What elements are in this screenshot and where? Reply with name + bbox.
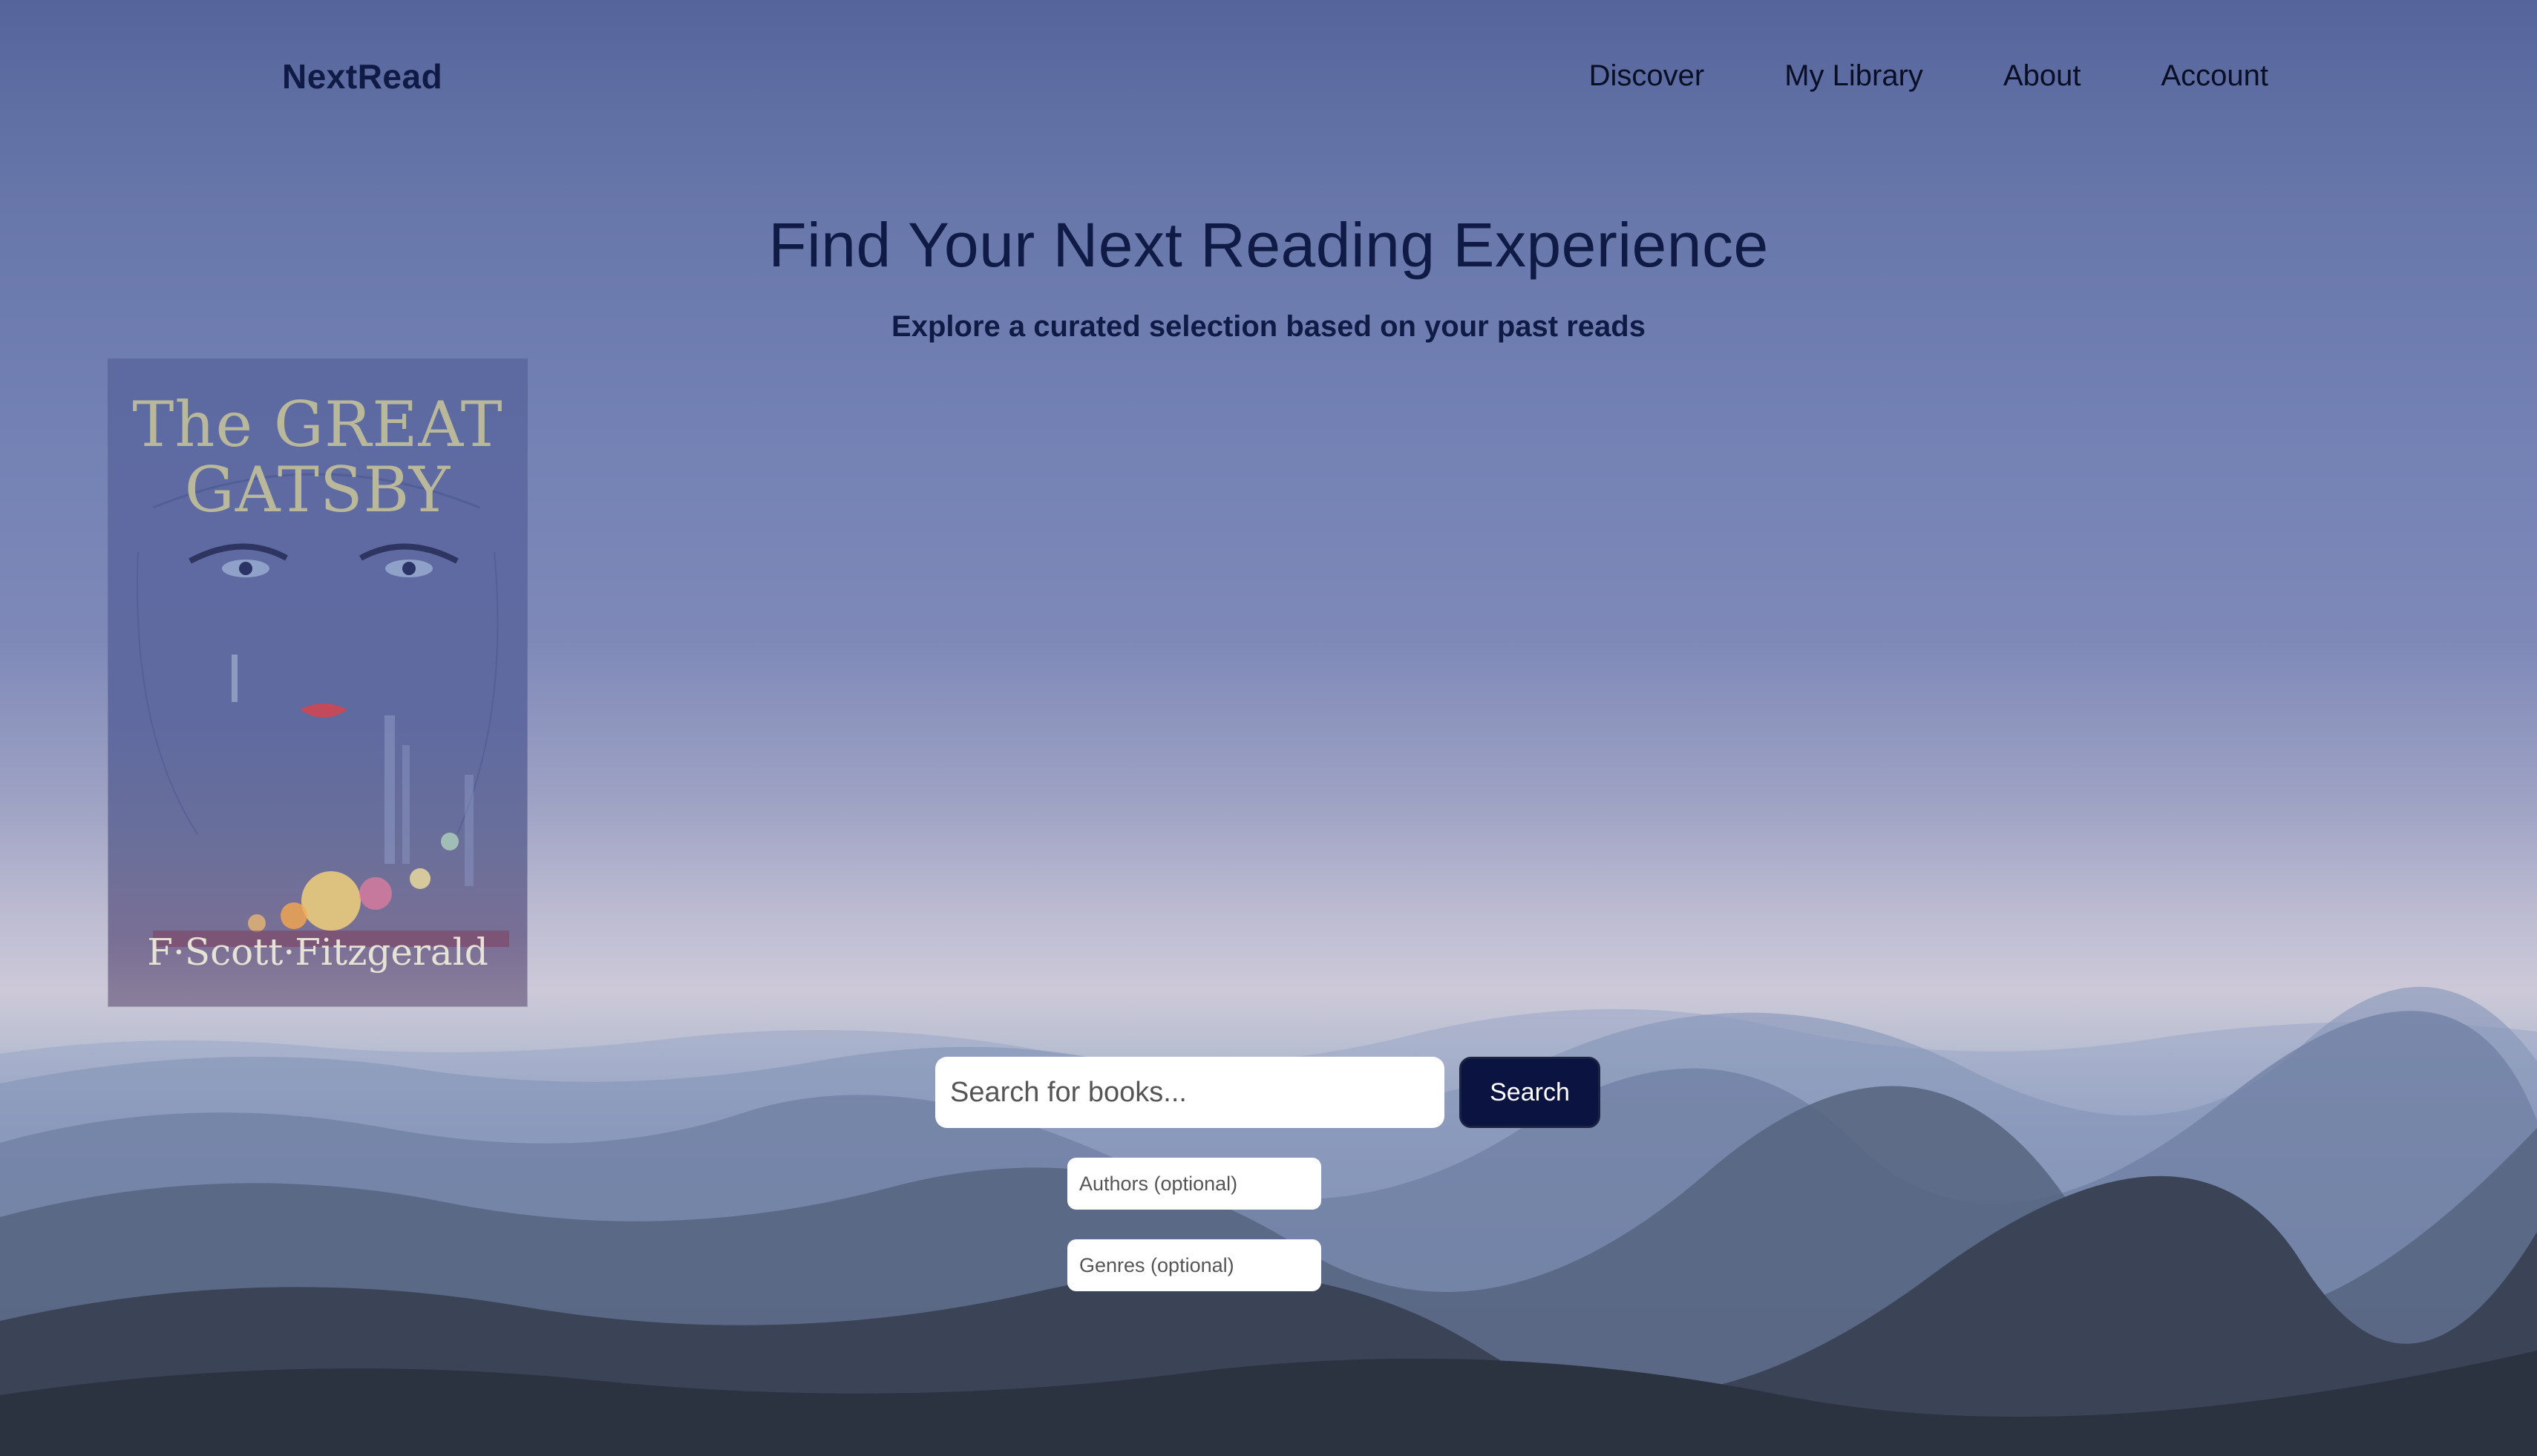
nav-account[interactable]: Account	[2161, 59, 2268, 93]
hero-subtitle: Explore a curated selection based on you…	[891, 310, 1646, 343]
nav-my-library[interactable]: My Library	[1784, 59, 1923, 93]
book-cover[interactable]: The GREAT GATSBY F·Scott·Fitzgerald	[108, 359, 527, 1006]
genres-input[interactable]	[1067, 1239, 1321, 1291]
book-title: The GREAT GATSBY	[108, 392, 527, 522]
authors-input[interactable]	[1067, 1158, 1321, 1210]
search-input[interactable]	[935, 1057, 1444, 1128]
search-button[interactable]: Search	[1459, 1057, 1600, 1128]
main-nav: Discover My Library About Account	[1589, 59, 2268, 93]
book-title-line1: The GREAT	[132, 388, 503, 461]
nav-about[interactable]: About	[2003, 59, 2081, 93]
nav-discover[interactable]: Discover	[1589, 59, 1705, 93]
book-author: F·Scott·Fitzgerald	[147, 931, 488, 974]
brand-logo[interactable]: NextRead	[282, 56, 442, 96]
hero-title: Find Your Next Reading Experience	[768, 210, 1769, 280]
book-title-line2: GATSBY	[184, 453, 451, 526]
